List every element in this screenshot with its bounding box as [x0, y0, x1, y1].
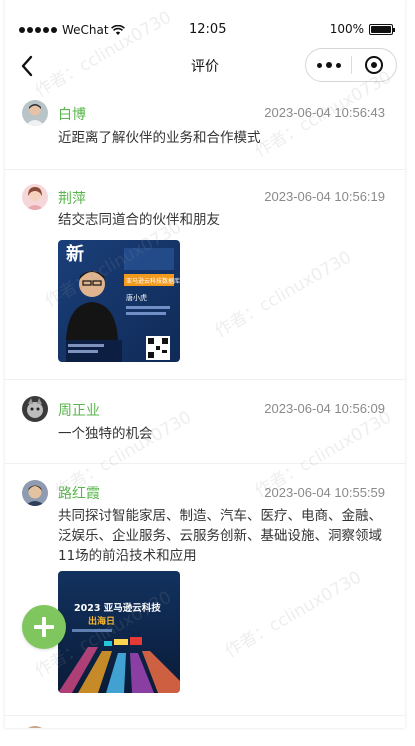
- plus-icon: [34, 617, 54, 637]
- target-circle-icon: [364, 56, 383, 74]
- carrier-group: WeChat: [19, 23, 125, 37]
- comment-item-partial: [5, 716, 405, 728]
- add-comment-button[interactable]: [22, 605, 66, 649]
- comment-item: 白博 2023-06-04 10:56:43 近距离了解伙伴的业务和合作模式: [5, 88, 405, 170]
- comment-time: 2023-06-04 10:56:09: [264, 401, 385, 416]
- comment-author: 周正业: [58, 403, 100, 419]
- comment-text: 一个独特的机会: [58, 426, 153, 442]
- comment-text: 共同探讨智能家居、制造、汽车、医疗、电商、金融、泛娱乐、企业服务、云服务创新、基…: [58, 508, 382, 564]
- battery-icon: [369, 23, 395, 35]
- poster-banner: 亚马逊云科技数据库: [126, 277, 180, 285]
- avatar[interactable]: [22, 726, 48, 728]
- avatar-image: [22, 480, 48, 506]
- comment-item: 路红霞 2023-06-04 10:55:59 共同探讨智能家居、制造、汽车、医…: [5, 464, 405, 716]
- poster-headline: 新: [66, 243, 84, 265]
- avatar-image: [22, 396, 48, 422]
- more-dot: [325, 62, 332, 68]
- poster-headline: 2023 亚马逊云科技: [74, 602, 161, 614]
- comment-text: 结交志同道合的伙伴和朋友: [58, 212, 220, 228]
- wifi-icon: [110, 24, 125, 35]
- event-poster-image: 新 亚马逊云科技数据库 唐小虎: [58, 240, 180, 362]
- battery-group: 100%: [329, 22, 395, 36]
- avatar[interactable]: [22, 100, 48, 126]
- phone-screen: WeChat 12:05 100% 评价 白博 2023-06-04 10:56…: [5, 0, 405, 728]
- more-button[interactable]: [306, 49, 351, 81]
- signal-icon: [19, 27, 57, 33]
- status-bar: WeChat 12:05 100%: [5, 0, 405, 44]
- comment-item: 周正业 2023-06-04 10:56:09 一个独特的机会: [5, 380, 405, 464]
- comment-author: 白博: [58, 107, 86, 123]
- avatar-image: [22, 100, 48, 126]
- comment-text: 近距离了解伙伴的业务和合作模式: [58, 130, 261, 146]
- comment-time: 2023-06-04 10:56:43: [264, 105, 385, 120]
- comment-author: 路红霞: [58, 486, 100, 502]
- comment-time: 2023-06-04 10:56:19: [264, 189, 385, 204]
- comment-item: 荆萍 2023-06-04 10:56:19 结交志同道合的伙伴和朋友 新 亚马…: [5, 170, 405, 380]
- clock: 12:05: [189, 22, 227, 37]
- carrier-label: WeChat: [62, 23, 109, 37]
- mini-program-capsule: [305, 48, 397, 82]
- event-poster-image: 2023 亚马逊云科技 出海日: [58, 571, 180, 693]
- comment-image[interactable]: 2023 亚马逊云科技 出海日: [58, 571, 180, 693]
- poster-person: 唐小虎: [126, 293, 147, 302]
- comment-time: 2023-06-04 10:55:59: [264, 485, 385, 500]
- comment-image[interactable]: 新 亚马逊云科技数据库 唐小虎: [58, 240, 180, 362]
- avatar[interactable]: [22, 184, 48, 210]
- comment-author: 荆萍: [58, 191, 86, 207]
- more-dot: [335, 62, 341, 68]
- avatar-image: [22, 184, 48, 210]
- more-dots-icon: [316, 62, 322, 68]
- avatar[interactable]: [22, 396, 48, 422]
- battery-percent: 100%: [329, 22, 364, 36]
- close-button[interactable]: [352, 49, 396, 81]
- navigation-bar: 评价: [5, 44, 405, 88]
- avatar[interactable]: [22, 480, 48, 506]
- poster-subheadline: 出海日: [88, 615, 115, 627]
